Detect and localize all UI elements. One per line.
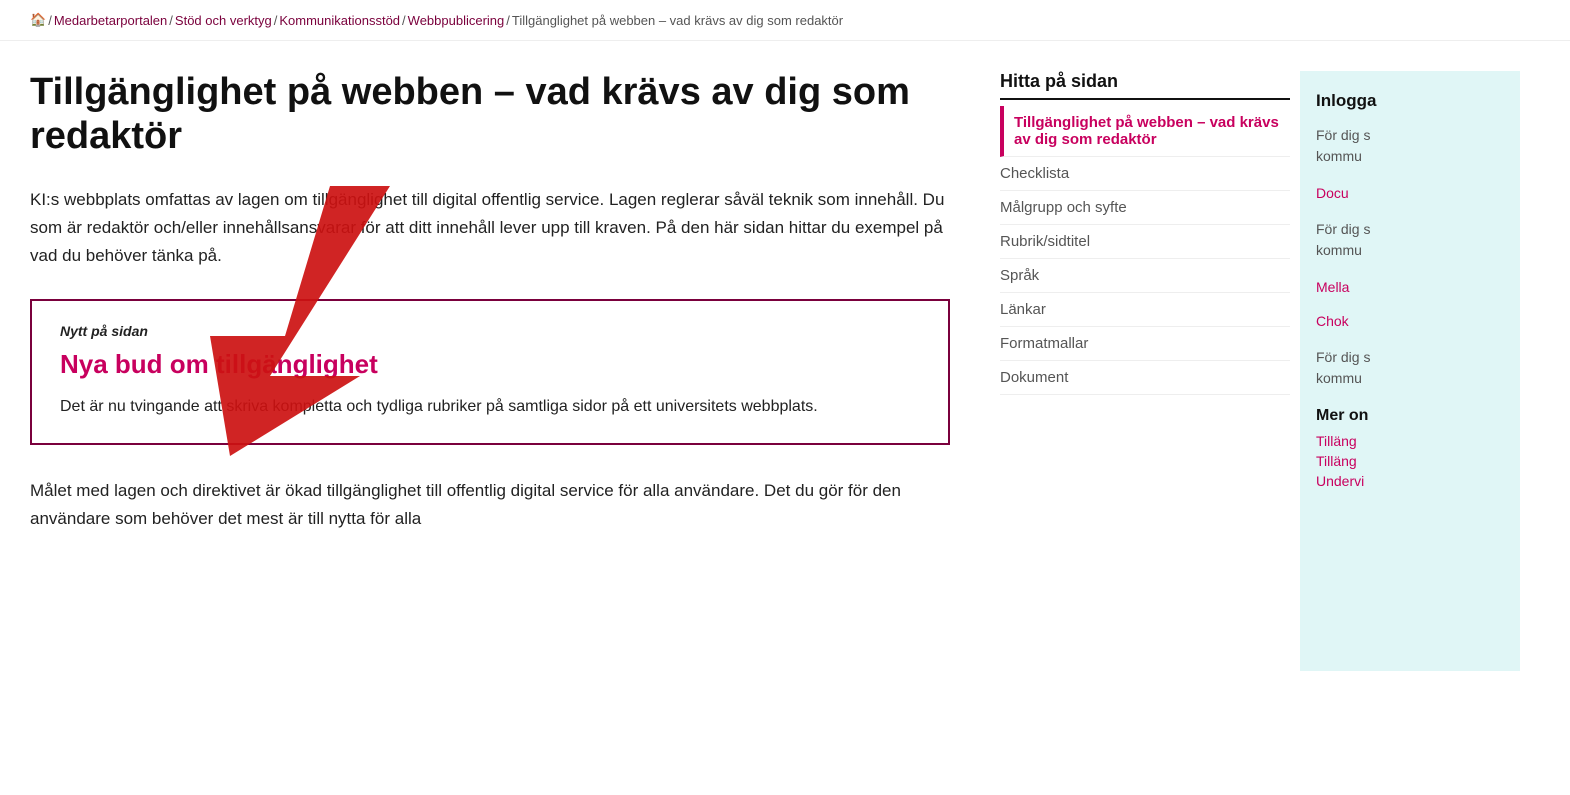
breadcrumb-separator: / [402,13,406,28]
home-icon[interactable]: 🏠 [30,12,46,28]
breadcrumb-kommunikation[interactable]: Kommunikationsstöd [279,13,400,28]
sidebar-link-formatmallar[interactable]: Formatmallar [1000,335,1088,352]
right-panel-link-tillang-1[interactable]: Tilläng [1316,433,1504,449]
bottom-paragraph: Målet med lagen och direktivet är ökad t… [30,477,950,533]
news-title: Nya bud om tillgänglighet [60,349,920,380]
sidebar-link-sprak[interactable]: Språk [1000,267,1039,284]
right-panel-link-mella[interactable]: Mella [1316,279,1504,295]
sidebar-link-lankar[interactable]: Länkar [1000,301,1046,318]
main-layout: Tillgänglighet på webben – vad krävs av … [0,41,1570,671]
breadcrumb-current: Tillgänglighet på webben – vad krävs av … [512,13,843,28]
right-panel-link-chok[interactable]: Chok [1316,313,1504,329]
intro-paragraph: KI:s webbplats omfattas av lagen om till… [30,186,950,270]
sidebar-link-active[interactable]: Tillgänglighet på webben – vad krävs av … [1014,114,1279,148]
sidebar-item-malgrupp[interactable]: Målgrupp och syfte [1000,191,1290,225]
right-panel-text-3: För dig skommu [1316,219,1504,261]
breadcrumb-stod[interactable]: Stöd och verktyg [175,13,272,28]
sidebar-link-malgrupp[interactable]: Målgrupp och syfte [1000,199,1127,216]
news-body: Det är nu tvingande att skriva kompletta… [60,394,920,420]
right-panel-section-2: Docu [1316,185,1504,201]
sidebar-item-rubrik[interactable]: Rubrik/sidtitel [1000,225,1290,259]
right-panel-section-3: För dig skommu [1316,219,1504,261]
news-label: Nytt på sidan [60,323,920,339]
sidebar-item-tillganglighet-active[interactable]: Tillgänglighet på webben – vad krävs av … [1000,106,1290,157]
sidebar-item-dokument[interactable]: Dokument [1000,361,1290,395]
breadcrumb-separator: / [169,13,173,28]
breadcrumb-separator: / [506,13,510,28]
right-panel-section-4: Mella [1316,279,1504,295]
news-box: Nytt på sidan Nya bud om tillgänglighet … [30,299,950,446]
sidebar-link-rubrik[interactable]: Rubrik/sidtitel [1000,233,1090,250]
sidebar-section-title: Hitta på sidan [1000,71,1290,100]
breadcrumb-webbpublicering[interactable]: Webbpublicering [408,13,505,28]
intro-text-container: KI:s webbplats omfattas av lagen om till… [30,186,950,270]
breadcrumb-separator: / [274,13,278,28]
sidebar-item-sprak[interactable]: Språk [1000,259,1290,293]
sidebar-item-lankar[interactable]: Länkar [1000,293,1290,327]
right-panel-more-links: Tilläng Tilläng Undervi [1316,433,1504,489]
sidebar-nav-list: Tillgänglighet på webben – vad krävs av … [1000,106,1290,395]
right-panel-section-6: För dig skommu [1316,347,1504,389]
sidebar-link-dokument[interactable]: Dokument [1000,369,1068,386]
right-panel-title: Inlogga [1316,91,1504,111]
right-panel-text-6: För dig skommu [1316,347,1504,389]
sidebar-link-checklista[interactable]: Checklista [1000,165,1069,182]
sidebar: Hitta på sidan Tillgänglighet på webben … [990,71,1290,671]
right-panel-more-title: Mer on [1316,407,1504,425]
breadcrumb-separator: / [48,13,52,28]
sidebar-nav: Hitta på sidan Tillgänglighet på webben … [1000,71,1290,395]
right-panel-link-docu[interactable]: Docu [1316,185,1504,201]
breadcrumb-medarbetarportalen[interactable]: Medarbetarportalen [54,13,167,28]
sidebar-item-formatmallar[interactable]: Formatmallar [1000,327,1290,361]
right-panel-section-1: För dig skommu [1316,125,1504,167]
breadcrumb: 🏠 / Medarbetarportalen / Stöd och verkty… [0,0,1570,41]
right-panel: Inlogga För dig skommu Docu För dig skom… [1300,71,1520,671]
content-area: Tillgänglighet på webben – vad krävs av … [30,71,990,671]
page-title: Tillgänglighet på webben – vad krävs av … [30,71,950,158]
sidebar-item-checklista[interactable]: Checklista [1000,157,1290,191]
right-panel-text-1: För dig skommu [1316,125,1504,167]
right-panel-section-5: Chok [1316,313,1504,329]
right-panel-link-tillang-2[interactable]: Tilläng [1316,453,1504,469]
right-panel-link-undervi[interactable]: Undervi [1316,473,1504,489]
